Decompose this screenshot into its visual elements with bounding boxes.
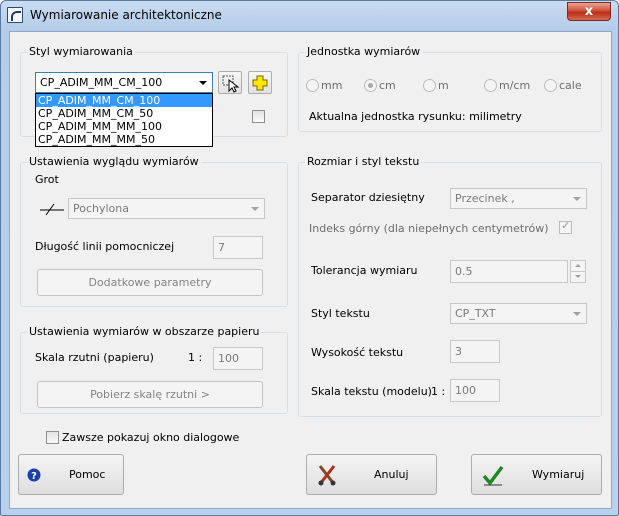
help-button[interactable]: ? Pomoc	[18, 454, 124, 495]
unit-label-m-cm: m/cm	[499, 79, 531, 92]
unit-radio-cale[interactable]	[544, 79, 557, 92]
dim-style-option[interactable]: CP_ADIM_MM_MM_100	[36, 120, 212, 133]
dim-style-checkbox[interactable]	[252, 110, 265, 123]
dim-style-option[interactable]: CP_ADIM_MM_CM_50	[36, 107, 212, 120]
check-icon: ✓	[561, 219, 571, 232]
dialog-window: Wymiarowanie architektoniczne x Styl wym…	[0, 0, 619, 516]
checkmark-icon	[482, 465, 504, 486]
dim-style-dropdown: CP_ADIM_MM_CM_100 CP_ADIM_MM_CM_50 CP_AD…	[35, 93, 213, 147]
text-group-title: Rozmiar i styl tekstu	[305, 155, 422, 169]
get-scale-button[interactable]: Pobierz skalę rzutni >	[37, 381, 263, 408]
svg-text:?: ?	[31, 471, 37, 482]
pick-style-button[interactable]	[218, 71, 242, 94]
unit-radio-m[interactable]	[423, 79, 436, 92]
help-icon: ?	[27, 468, 41, 482]
unit-radio-cm[interactable]	[364, 79, 377, 92]
help-button-label: Pomoc	[69, 468, 106, 481]
plus-icon	[252, 75, 268, 91]
text-scale-label: Skala tekstu (modelu)	[311, 385, 432, 398]
decimal-sep-value: Przecinek ,	[455, 192, 515, 205]
title-bar[interactable]: Wymiarowanie architektoniczne x	[1, 1, 618, 31]
slash-arrow-icon	[40, 203, 64, 216]
window-title: Wymiarowanie architektoniczne	[30, 8, 222, 22]
text-scale-prefix: 1 :	[431, 385, 446, 398]
arrow-combo[interactable]: Pochylona	[68, 198, 265, 219]
dim-style-combo[interactable]: CP_ADIM_MM_CM_100	[35, 72, 213, 93]
decimal-sep-label: Separator dziesiętny	[311, 191, 425, 204]
appearance-group-title: Ustawienia wyglądu wymiarów	[27, 155, 201, 169]
spin-down-icon[interactable]	[571, 272, 585, 283]
units-group-title: Jednostka wymiarów	[305, 45, 423, 59]
cursor-pick-icon	[222, 75, 240, 93]
dim-style-selected: CP_ADIM_MM_CM_100	[40, 76, 163, 89]
tolerance-spinner[interactable]	[570, 260, 586, 283]
dim-style-option[interactable]: CP_ADIM_MM_MM_50	[36, 133, 212, 146]
unit-radio-mm[interactable]	[306, 79, 319, 92]
arrow-label: Grot	[35, 173, 59, 186]
text-height-input[interactable]: 3	[450, 340, 500, 363]
ok-button-label: Wymiaruj	[532, 468, 585, 481]
unit-label-mm: mm	[321, 79, 343, 92]
unit-label-m: m	[438, 79, 449, 92]
ext-line-input[interactable]: 7	[213, 236, 263, 259]
dim-style-group-title: Styl wymiarowania	[27, 45, 135, 59]
ok-button[interactable]: Wymiaruj	[471, 454, 602, 495]
dialog-client: Styl wymiarowania CP_ADIM_MM_CM_100 CP_A…	[9, 31, 612, 509]
text-style-label: Styl tekstu	[311, 307, 370, 320]
decimal-sep-combo[interactable]: Przecinek ,	[450, 188, 587, 209]
tolerance-label: Tolerancja wymiaru	[311, 264, 418, 277]
always-show-label: Zawsze pokazuj okno dialogowe	[62, 431, 240, 444]
text-scale-input[interactable]: 100	[450, 379, 500, 402]
current-unit-text: Aktualna jednostka rysunku: milimetry	[309, 110, 522, 123]
add-style-button[interactable]	[248, 71, 272, 94]
text-style-combo[interactable]: CP_TXT	[450, 303, 587, 324]
arrow-combo-value: Pochylona	[73, 202, 129, 215]
chevron-down-icon	[573, 312, 581, 316]
text-style-value: CP_TXT	[455, 307, 496, 320]
tolerance-input[interactable]: 0.5	[450, 260, 568, 283]
chevron-down-icon	[573, 197, 581, 201]
extra-params-button[interactable]: Dodatkowe parametry	[37, 269, 263, 296]
unit-radio-m-cm[interactable]	[484, 79, 497, 92]
paper-scale-label: Skala rzutni (papieru)	[35, 351, 154, 364]
cancel-button-label: Anuluj	[374, 468, 409, 481]
app-icon	[7, 7, 23, 23]
paper-scale-prefix: 1 :	[188, 351, 203, 364]
chevron-down-icon	[251, 207, 259, 211]
superscript-checkbox[interactable]: ✓	[559, 219, 572, 234]
dim-style-option[interactable]: CP_ADIM_MM_CM_100	[36, 94, 212, 107]
text-height-label: Wysokość tekstu	[311, 346, 404, 359]
superscript-label: Indeks górny (dla niepełnych centymetrów…	[309, 222, 549, 235]
spin-up-icon[interactable]	[571, 261, 585, 272]
cancel-icon	[318, 465, 336, 486]
ext-line-label: Długość linii pomocniczej	[35, 240, 175, 253]
cancel-button[interactable]: Anuluj	[306, 454, 437, 495]
paper-group-title: Ustawienia wymiarów w obszarze papieru	[27, 325, 262, 339]
paper-scale-input[interactable]: 100	[213, 347, 263, 370]
chevron-down-icon	[199, 81, 207, 85]
unit-label-cm: cm	[379, 79, 396, 92]
always-show-checkbox[interactable]	[46, 431, 59, 444]
unit-label-cale: cale	[559, 79, 582, 92]
close-button[interactable]: x	[567, 2, 611, 21]
